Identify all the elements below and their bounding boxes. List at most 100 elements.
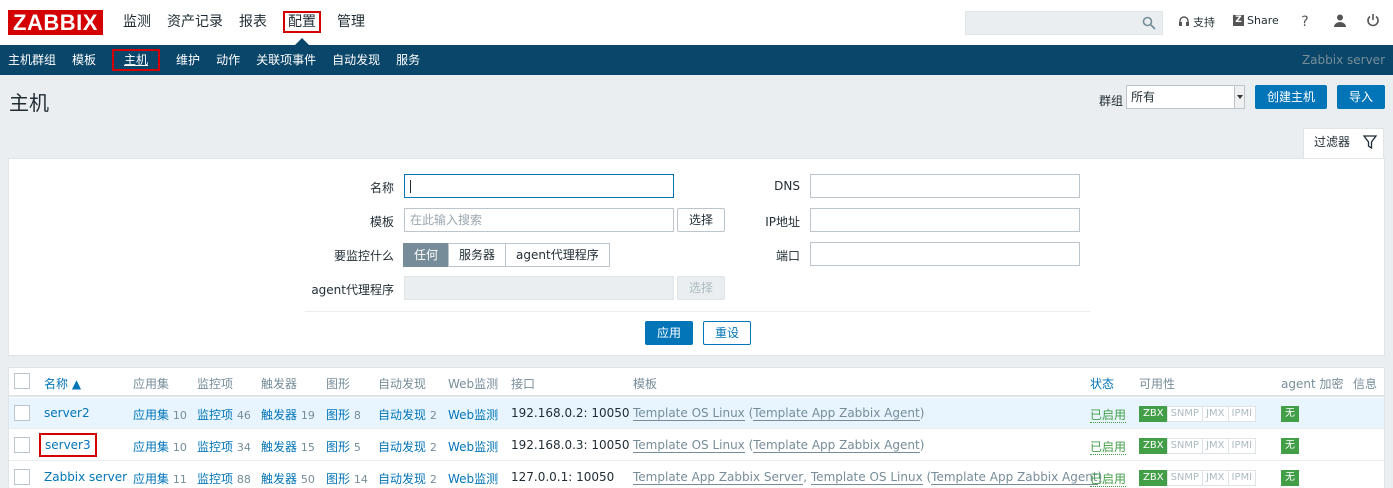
row-checkbox[interactable] <box>14 405 30 421</box>
host-name-link[interactable]: Zabbix server <box>44 470 127 484</box>
monitor-by-segmented: 任何 服务器 agent代理程序 <box>403 243 610 267</box>
table-row: server3 应用集 10 监控项 34 触发器 15 图形 5 自动发现 2… <box>9 430 1384 461</box>
web-link[interactable]: Web监测 <box>448 438 498 455</box>
snmp-badge: SNMP <box>1166 438 1204 454</box>
filter-tab[interactable]: 过滤器 <box>1303 128 1384 159</box>
graphs-link[interactable]: 图形 <box>326 408 350 422</box>
applications-link[interactable]: 应用集 <box>133 408 169 422</box>
import-button[interactable]: 导入 <box>1337 85 1385 109</box>
availability-badges: ZBX SNMP JMX IPMI <box>1139 438 1257 454</box>
table-header: 名称 ▲ 应用集 监控项 触发器 图形 自动发现 Web监测 接口 模板 状态 … <box>9 368 1384 397</box>
applications-link[interactable]: 应用集 <box>133 440 169 454</box>
discovery-link[interactable]: 自动发现 <box>378 440 426 454</box>
items-link[interactable]: 监控项 <box>197 440 233 454</box>
row-checkbox[interactable] <box>14 437 30 453</box>
parent-template-link[interactable]: Template App Zabbix Agent <box>753 406 920 421</box>
jmx-badge: JMX <box>1202 406 1229 422</box>
status-toggle[interactable]: 已启用 <box>1090 408 1127 423</box>
header-name[interactable]: 名称 ▲ <box>44 375 81 392</box>
graphs-link[interactable]: 图形 <box>326 440 350 454</box>
search-icon[interactable] <box>1142 16 1156 30</box>
help-icon[interactable]: ? <box>1296 13 1314 31</box>
zabbix-logo[interactable]: ZABBIX <box>8 10 103 35</box>
sub-menu-actions[interactable]: 动作 <box>208 45 248 75</box>
header-availability: 可用性 <box>1139 377 1176 391</box>
dns-input[interactable] <box>810 174 1080 198</box>
header-web: Web监测 <box>448 377 499 391</box>
global-search-input[interactable] <box>965 11 1163 35</box>
proxy-select-button: 选择 <box>677 276 725 300</box>
jmx-badge: JMX <box>1202 438 1229 454</box>
row-checkbox[interactable] <box>14 469 30 485</box>
top-menu-inventory[interactable]: 资产记录 <box>159 0 231 45</box>
template-search-input[interactable]: 在此输入搜索 <box>404 208 674 232</box>
proxy-input <box>404 276 674 300</box>
triggers-link[interactable]: 触发器 <box>261 472 297 486</box>
share-link[interactable]: Z Share <box>1233 14 1279 27</box>
support-link[interactable]: 支持 <box>1178 14 1215 30</box>
items-link[interactable]: 监控项 <box>197 472 233 486</box>
header-triggers: 触发器 <box>261 377 298 391</box>
logout-icon[interactable] <box>1364 13 1382 31</box>
header-status[interactable]: 状态 <box>1090 375 1114 392</box>
sub-menu-discovery[interactable]: 自动发现 <box>324 45 388 75</box>
name-input[interactable] <box>404 174 674 198</box>
reset-button[interactable]: 重设 <box>703 321 751 345</box>
top-menu-reports[interactable]: 报表 <box>231 0 275 45</box>
host-name-link[interactable]: server2 <box>44 406 90 420</box>
apply-button[interactable]: 应用 <box>645 321 693 345</box>
table-row: server2 应用集 10 监控项 46 触发器 19 图形 8 自动发现 2… <box>9 398 1384 429</box>
parent-template-link[interactable]: Template App Zabbix Agent <box>931 470 1098 485</box>
graphs-link[interactable]: 图形 <box>326 472 350 486</box>
sub-menu-templates[interactable]: 模板 <box>64 45 104 75</box>
web-link[interactable]: Web监测 <box>448 470 498 487</box>
share-icon: Z <box>1233 15 1244 26</box>
template-link[interactable]: Template OS Linux <box>810 470 923 485</box>
sub-menu-services[interactable]: 服务 <box>388 45 428 75</box>
parent-template-link[interactable]: Template App Zabbix Agent <box>753 438 920 453</box>
user-profile-icon[interactable] <box>1331 13 1349 31</box>
monitor-proxy-option[interactable]: agent代理程序 <box>505 243 610 267</box>
top-menu-monitoring[interactable]: 监测 <box>115 0 159 45</box>
sub-menu-hosts[interactable]: 主机 <box>104 45 168 75</box>
encryption-badge: 无 <box>1281 470 1299 486</box>
ip-input[interactable] <box>810 208 1080 232</box>
port-input[interactable] <box>810 242 1080 266</box>
page-title: 主机 <box>9 91 49 115</box>
sub-menu-event-correlation[interactable]: 关联项事件 <box>248 45 324 75</box>
headset-icon <box>1179 16 1189 26</box>
proxy-label: agent代理程序 <box>311 283 394 297</box>
top-menu-configuration[interactable]: 配置 <box>275 0 329 45</box>
sub-menu-bar: 主机群组 模板 主机 维护 动作 关联项事件 自动发现 服务 Zabbix se… <box>0 45 1393 75</box>
applications-link[interactable]: 应用集 <box>133 472 169 486</box>
availability-badges: ZBX SNMP JMX IPMI <box>1139 406 1257 422</box>
sub-menu-maintenance[interactable]: 维护 <box>168 45 208 75</box>
create-host-button[interactable]: 创建主机 <box>1255 85 1327 109</box>
status-toggle[interactable]: 已启用 <box>1090 472 1127 487</box>
group-select[interactable]: 所有 <box>1126 85 1245 109</box>
triggers-link[interactable]: 触发器 <box>261 408 297 422</box>
snmp-badge: SNMP <box>1166 470 1204 486</box>
template-link[interactable]: Template App Zabbix Server <box>633 470 804 485</box>
template-link[interactable]: Template OS Linux <box>633 438 745 453</box>
items-link[interactable]: 监控项 <box>197 408 233 422</box>
monitor-server-option[interactable]: 服务器 <box>448 243 507 267</box>
select-all-checkbox[interactable] <box>14 373 30 389</box>
host-name-link[interactable]: server3 <box>39 433 97 457</box>
discovery-link[interactable]: 自动发现 <box>378 472 426 486</box>
zbx-badge: ZBX <box>1139 470 1168 486</box>
group-label: 群组 <box>1099 94 1124 108</box>
web-link[interactable]: Web监测 <box>448 406 498 423</box>
discovery-link[interactable]: 自动发现 <box>378 408 426 422</box>
header-discovery: 自动发现 <box>378 377 427 391</box>
status-toggle[interactable]: 已启用 <box>1090 440 1127 455</box>
triggers-link[interactable]: 触发器 <box>261 440 297 454</box>
top-menu-administration[interactable]: 管理 <box>329 0 373 45</box>
template-link[interactable]: Template OS Linux <box>633 406 745 421</box>
sub-menu-host-groups[interactable]: 主机群组 <box>0 45 64 75</box>
header-interface: 接口 <box>511 377 536 391</box>
header-encryption: agent 加密 <box>1281 377 1344 391</box>
jmx-badge: JMX <box>1202 470 1229 486</box>
chevron-down-icon <box>1234 86 1244 108</box>
monitor-any-option[interactable]: 任何 <box>403 243 450 267</box>
